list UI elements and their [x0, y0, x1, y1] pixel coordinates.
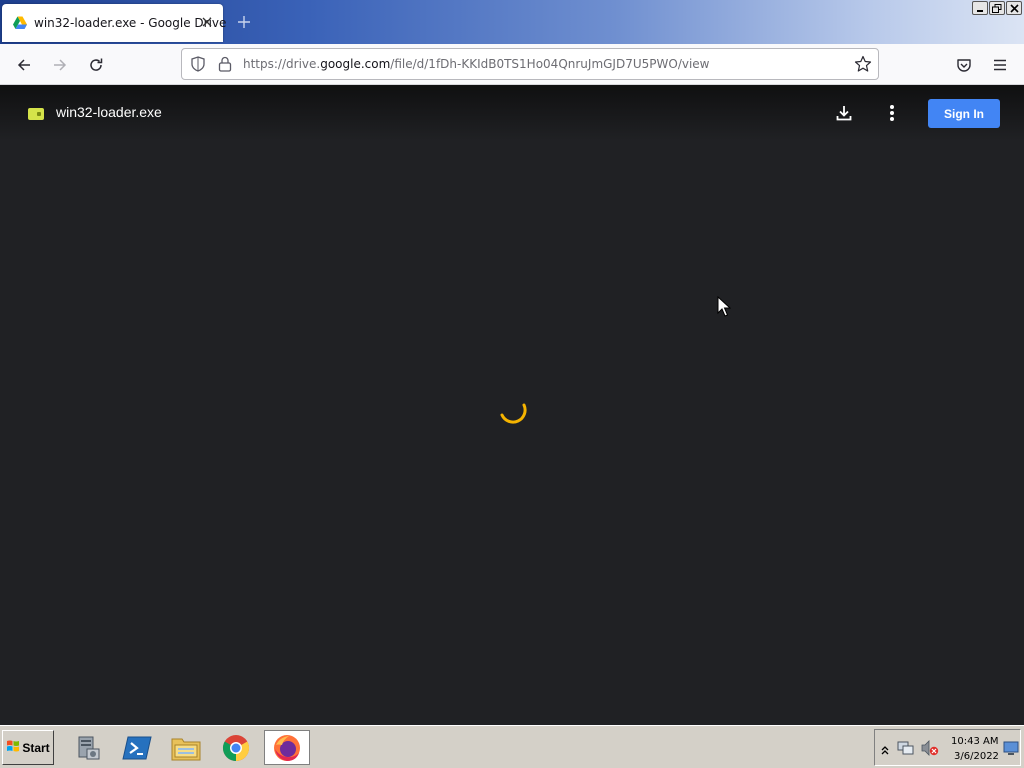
shield-icon[interactable]: [190, 56, 206, 72]
tab-title: win32-loader.exe - Google Drive: [34, 16, 227, 30]
start-button[interactable]: Start: [2, 730, 54, 765]
drive-file-viewer: win32-loader.exe Sign In: [0, 85, 1024, 725]
forward-arrow-icon[interactable]: [47, 52, 73, 78]
url-text[interactable]: https://drive.google.com/file/d/1fDh-KKI…: [243, 57, 710, 71]
url-prefix: https://drive.: [243, 57, 321, 71]
pocket-icon[interactable]: [951, 52, 977, 78]
close-icon[interactable]: [199, 14, 215, 30]
back-arrow-icon[interactable]: [11, 52, 37, 78]
download-icon[interactable]: [832, 101, 856, 125]
network-icon[interactable]: [897, 740, 915, 756]
show-hidden-icons-icon[interactable]: [880, 742, 890, 755]
show-desktop-icon[interactable]: [1003, 740, 1019, 756]
window-restore-button[interactable]: [989, 1, 1005, 15]
url-path: /file/d/1fDh-KKIdB0TS1Ho04QnruJmGJD7U5PW…: [390, 57, 710, 71]
window-minimize-button[interactable]: [972, 1, 988, 15]
navigation-toolbar: https://drive.google.com/file/d/1fDh-KKI…: [0, 44, 1024, 85]
viewer-header: win32-loader.exe Sign In: [0, 85, 1024, 141]
sign-in-button[interactable]: Sign In: [928, 99, 1000, 128]
file-name: win32-loader.exe: [56, 104, 162, 120]
system-tray: 10:43 AM 3/6/2022: [874, 729, 1021, 766]
google-drive-favicon-icon: [12, 15, 28, 31]
firefox-icon[interactable]: [264, 730, 310, 765]
clock-time[interactable]: 10:43 AM: [951, 736, 998, 747]
plus-icon[interactable]: [234, 12, 254, 32]
windows-logo-icon: [6, 738, 20, 757]
more-vertical-icon[interactable]: [880, 101, 904, 125]
star-icon[interactable]: [854, 55, 872, 73]
powershell-icon[interactable]: [115, 730, 159, 765]
taskbar: Start 10:43 AM 3/6/2022: [0, 725, 1024, 768]
browser-titlebar: win32-loader.exe - Google Drive: [0, 0, 1024, 44]
start-label: Start: [22, 740, 50, 755]
server-manager-icon[interactable]: [66, 730, 110, 765]
file-type-icon: [28, 108, 44, 120]
browser-tab-active[interactable]: win32-loader.exe - Google Drive: [2, 4, 227, 42]
window-close-button[interactable]: [1006, 1, 1022, 15]
chrome-icon[interactable]: [214, 730, 258, 765]
hamburger-menu-icon[interactable]: [987, 52, 1013, 78]
volume-muted-icon[interactable]: [921, 740, 939, 756]
lock-icon[interactable]: [218, 56, 232, 72]
url-domain: google.com: [320, 57, 391, 71]
reload-icon[interactable]: [83, 52, 109, 78]
file-explorer-icon[interactable]: [164, 730, 208, 765]
mouse-cursor-icon: [717, 296, 731, 317]
clock-date[interactable]: 3/6/2022: [954, 751, 999, 762]
address-bar[interactable]: https://drive.google.com/file/d/1fDh-KKI…: [181, 48, 879, 80]
loading-spinner: [500, 403, 527, 424]
